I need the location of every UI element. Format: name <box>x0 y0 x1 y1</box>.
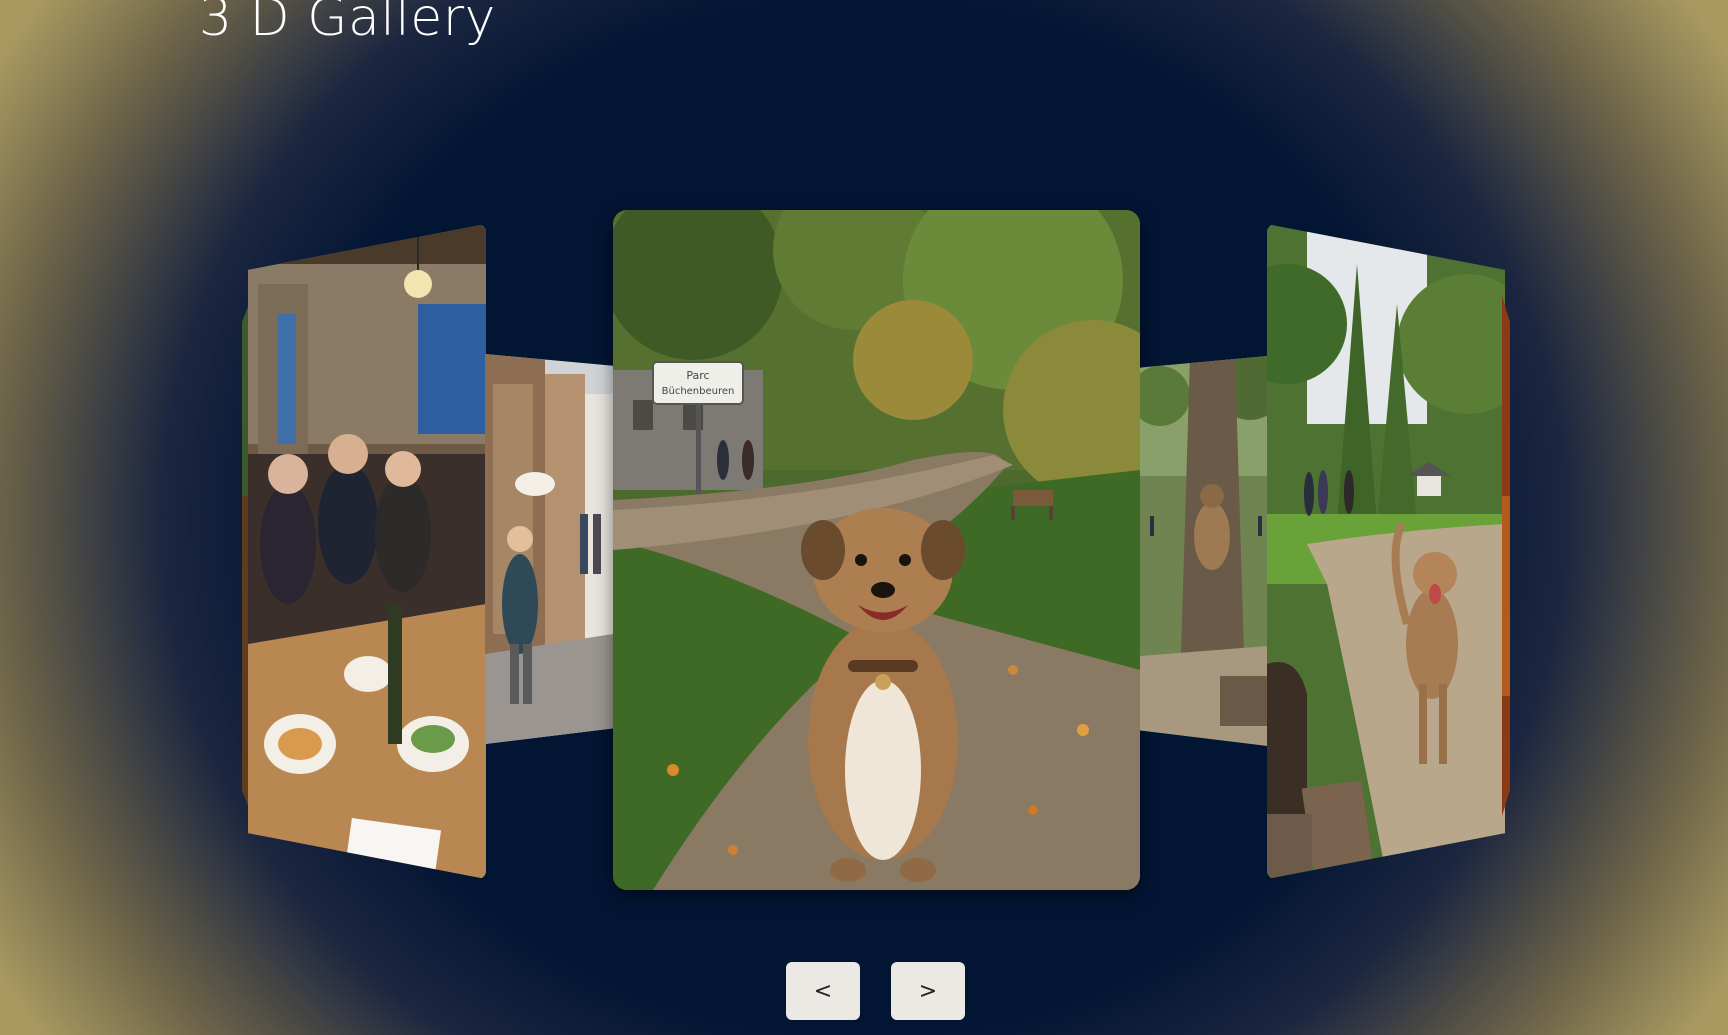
previous-button[interactable]: < <box>786 962 860 1020</box>
svg-text:Parc: Parc <box>686 369 709 382</box>
gallery-card-inner-right[interactable] <box>1140 356 1268 746</box>
gallery-card-left[interactable] <box>248 224 486 879</box>
page-title: 3 D Gallery <box>199 0 496 48</box>
park-path-dog-photo <box>1267 224 1505 879</box>
next-button[interactable]: > <box>891 962 965 1020</box>
restaurant-dinner-photo <box>248 224 486 879</box>
gallery-card-far-right[interactable] <box>1502 296 1510 816</box>
village-street-photo <box>485 354 613 744</box>
park-dog-photo: Parc Büchenbeuren <box>613 210 1140 890</box>
gallery-card-inner-left[interactable] <box>485 354 613 744</box>
tree-monkey-photo <box>1140 356 1268 746</box>
autumn-photo <box>1502 296 1510 816</box>
svg-text:Büchenbeuren: Büchenbeuren <box>662 386 735 397</box>
gallery-card-center[interactable]: Parc Büchenbeuren <box>613 210 1140 890</box>
gallery-card-right[interactable] <box>1267 224 1505 879</box>
